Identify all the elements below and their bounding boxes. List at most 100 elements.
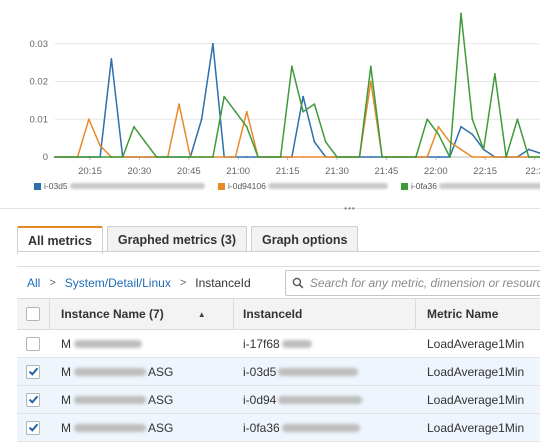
row-checkbox[interactable] bbox=[26, 420, 40, 435]
data-point-2 bbox=[87, 118, 90, 121]
data-point-2 bbox=[324, 156, 327, 158]
y-tick-label: 0 bbox=[43, 152, 48, 163]
redacted-legend-1 bbox=[69, 183, 205, 189]
chevron-right-icon: > bbox=[49, 277, 56, 289]
row-checkbox[interactable] bbox=[26, 364, 40, 379]
instance-id: i-03d5 bbox=[243, 364, 277, 379]
x-tick-label: 22:15 bbox=[473, 166, 497, 177]
x-tick-label: 21:00 bbox=[226, 166, 250, 177]
data-point-1 bbox=[212, 42, 214, 45]
search-input[interactable] bbox=[307, 275, 540, 291]
instance-name-cell: M ASG bbox=[61, 386, 236, 413]
checkmark-icon bbox=[28, 367, 38, 376]
row-check-cell bbox=[17, 330, 49, 357]
column-divider bbox=[233, 299, 234, 329]
data-point-3 bbox=[381, 156, 383, 158]
tab-graphed-metrics[interactable]: Graphed metrics (3) bbox=[106, 226, 248, 252]
redacted-legend-3 bbox=[439, 183, 540, 189]
data-point-2 bbox=[482, 156, 485, 158]
data-point-3 bbox=[54, 156, 56, 158]
instance-id: i-0d94 bbox=[243, 392, 277, 407]
data-point-3 bbox=[133, 125, 135, 128]
data-point-3 bbox=[347, 156, 350, 158]
x-tick-label: 20:15 bbox=[78, 166, 102, 177]
redacted-name bbox=[74, 423, 146, 432]
tab-all-metrics[interactable]: All metrics bbox=[17, 226, 103, 254]
data-point-2 bbox=[223, 156, 226, 158]
data-point-2 bbox=[313, 156, 316, 158]
data-point-2 bbox=[144, 156, 147, 158]
sort-ascending-icon[interactable]: ▲ bbox=[198, 310, 206, 319]
redacted-id bbox=[278, 367, 359, 376]
metric-name: LoadAverage1Min bbox=[427, 392, 525, 407]
data-point-3 bbox=[516, 118, 519, 121]
metrics-table: Instance Name (7) ▲ InstanceId Metric Na… bbox=[17, 298, 540, 442]
data-point-3 bbox=[290, 65, 293, 68]
legend-swatch-3 bbox=[401, 182, 408, 190]
table-row[interactable]: M ASG i-0fa36 LoadAverage1Min bbox=[17, 414, 540, 442]
instance-name-cell: M bbox=[61, 330, 236, 357]
instance-name-suffix: ASG bbox=[148, 364, 174, 379]
metrics-tabs: All metrics Graphed metrics (3) Graph op… bbox=[17, 226, 362, 254]
data-point-3 bbox=[155, 156, 158, 158]
data-point-1 bbox=[527, 148, 530, 151]
x-tick-label: 21:45 bbox=[375, 166, 399, 177]
data-point-3 bbox=[369, 65, 372, 68]
data-point-3 bbox=[234, 110, 237, 113]
data-point-3 bbox=[482, 148, 485, 151]
metric-name: LoadAverage1Min bbox=[427, 336, 525, 351]
data-point-3 bbox=[268, 156, 271, 158]
select-all-checkbox[interactable] bbox=[26, 307, 40, 321]
table-row[interactable]: M i-17f68 LoadAverage1Min bbox=[17, 330, 540, 358]
data-point-3 bbox=[460, 12, 462, 15]
legend-label-1: i-03d5 bbox=[44, 181, 68, 191]
data-point-3 bbox=[471, 118, 474, 121]
row-checkbox[interactable] bbox=[26, 392, 40, 407]
data-point-1 bbox=[245, 156, 248, 158]
column-header-instance-name-label: Instance Name (7) bbox=[61, 307, 164, 321]
breadcrumb-namespace[interactable]: System/Detail/Linux bbox=[65, 276, 171, 290]
instance-id-cell: i-0d94 bbox=[243, 386, 413, 413]
row-checkbox[interactable] bbox=[26, 336, 40, 351]
instance-name: M bbox=[61, 420, 71, 435]
y-tick-label: 0.02 bbox=[30, 77, 49, 88]
drag-handle-icon[interactable]: ••• bbox=[340, 205, 360, 213]
breadcrumb-all[interactable]: All bbox=[27, 276, 40, 290]
data-point-1 bbox=[471, 133, 474, 136]
x-tick-label: 20:45 bbox=[177, 166, 201, 177]
data-point-3 bbox=[448, 156, 451, 158]
chevron-right-icon: > bbox=[179, 277, 187, 289]
legend-item-2[interactable]: i-0d94106 bbox=[218, 180, 388, 192]
data-point-3 bbox=[403, 156, 406, 158]
data-point-1 bbox=[460, 125, 462, 128]
instance-name: M bbox=[61, 336, 71, 351]
data-point-3 bbox=[493, 73, 496, 75]
data-point-2 bbox=[302, 156, 305, 158]
data-point-3 bbox=[415, 156, 417, 158]
data-point-3 bbox=[223, 95, 226, 98]
data-point-1 bbox=[369, 156, 372, 158]
checkmark-icon bbox=[28, 395, 38, 404]
data-point-3 bbox=[257, 156, 259, 158]
column-header-instance-id[interactable]: InstanceId bbox=[243, 299, 413, 329]
checkmark-icon bbox=[28, 423, 38, 432]
table-row[interactable]: M ASG i-0d94 LoadAverage1Min bbox=[17, 386, 540, 414]
data-point-3 bbox=[76, 156, 79, 158]
data-point-3 bbox=[65, 156, 68, 158]
data-point-1 bbox=[110, 57, 113, 60]
legend-item-3[interactable]: i-0fa36 bbox=[401, 180, 540, 192]
data-point-1 bbox=[302, 95, 305, 98]
redacted-id bbox=[281, 423, 360, 432]
table-row[interactable]: M ASG i-03d5 LoadAverage1Min bbox=[17, 358, 540, 386]
column-header-metric-name[interactable]: Metric Name bbox=[427, 299, 540, 329]
data-point-2 bbox=[178, 103, 180, 106]
tab-graph-options[interactable]: Graph options bbox=[251, 226, 359, 252]
column-header-instance-name[interactable]: Instance Name (7) ▲ bbox=[61, 299, 236, 329]
series-line-1 bbox=[55, 43, 540, 158]
data-point-3 bbox=[358, 156, 361, 158]
panel-divider[interactable] bbox=[0, 208, 540, 209]
data-point-2 bbox=[516, 156, 519, 158]
metric-search-box[interactable] bbox=[285, 270, 540, 296]
legend-item-1[interactable]: i-03d5 bbox=[34, 180, 205, 192]
data-point-3 bbox=[336, 156, 338, 158]
